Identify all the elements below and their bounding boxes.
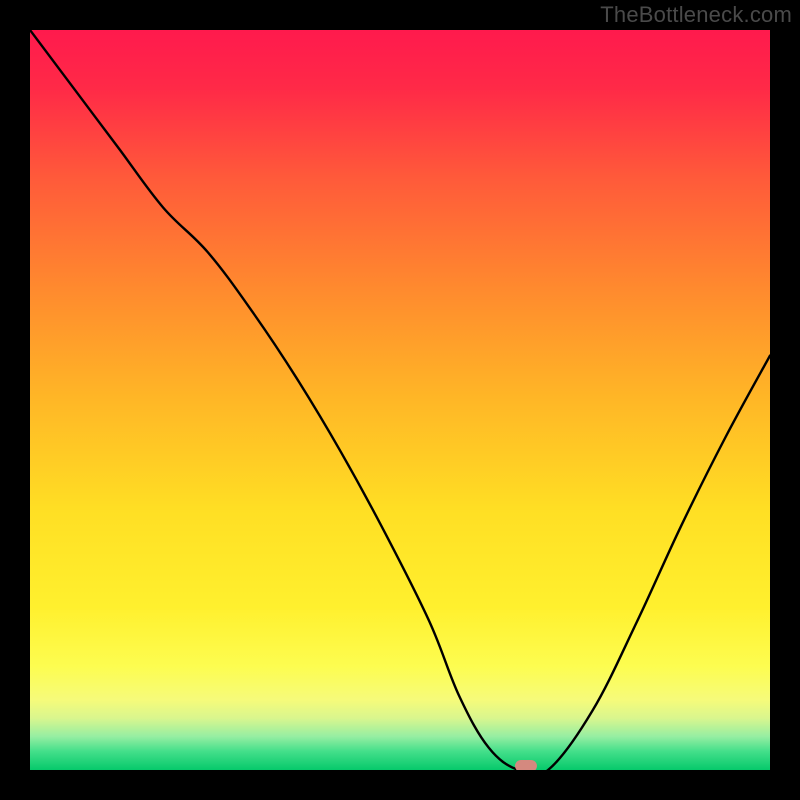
bottleneck-line (30, 30, 770, 770)
chart-frame: TheBottleneck.com (0, 0, 800, 800)
optimal-marker (515, 760, 537, 770)
plot-area (30, 30, 770, 770)
watermark-text: TheBottleneck.com (600, 2, 792, 28)
